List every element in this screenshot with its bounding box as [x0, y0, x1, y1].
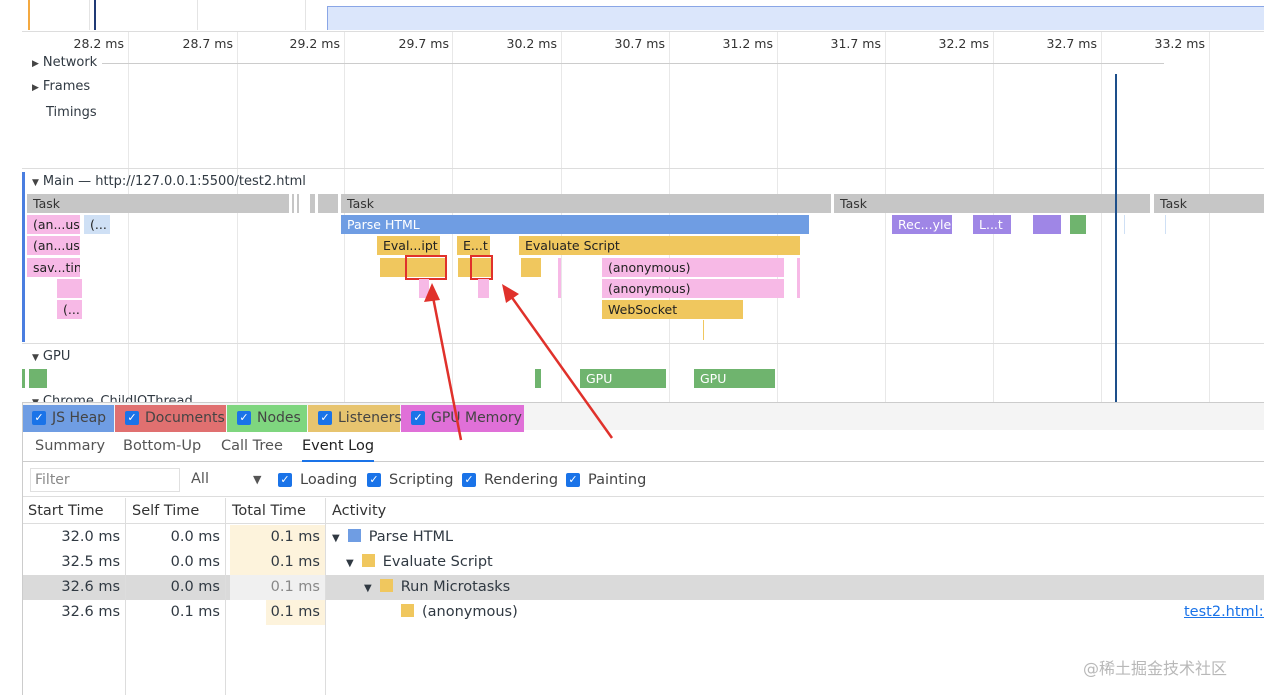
annotation-arrow	[506, 291, 614, 439]
arrowhead-icon	[424, 283, 440, 302]
annotation-arrows	[424, 283, 614, 441]
annotation-arrow	[430, 291, 463, 441]
arrowhead-icon	[502, 284, 519, 303]
watermark: @稀土掘金技术社区	[1083, 659, 1228, 678]
